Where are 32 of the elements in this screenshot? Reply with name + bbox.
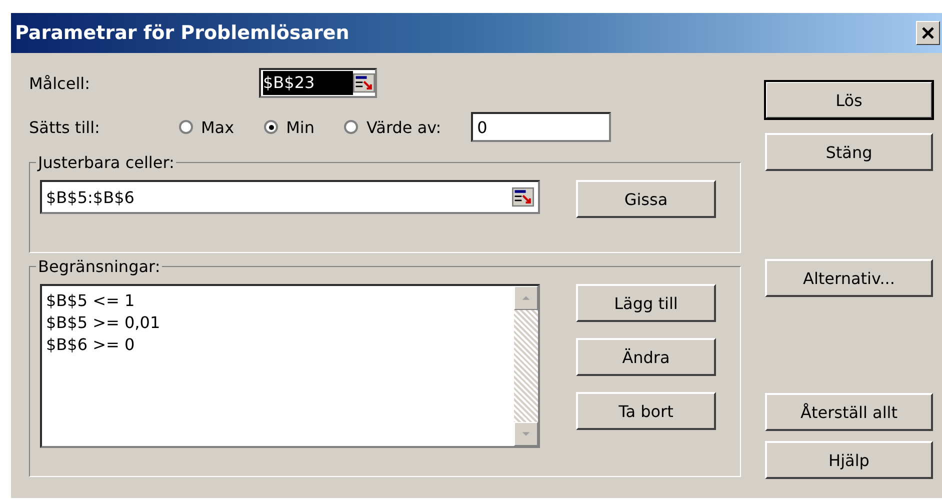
radio-option[interactable]: Värde av: <box>344 118 442 136</box>
constraint-button[interactable]: Lägg till <box>576 284 716 322</box>
dialog-button[interactable]: Återställ allt <box>765 393 933 431</box>
target-cell-value: $B$23 <box>263 71 353 95</box>
constraint-item[interactable]: $B$5 <= 1 <box>46 290 510 312</box>
range-select-icon[interactable] <box>353 73 375 93</box>
group-label: Justerbara celler: <box>36 153 176 172</box>
close-button[interactable] <box>916 21 940 45</box>
value-field[interactable]: 0 <box>471 112 612 142</box>
adjustable-cells-field[interactable]: $B$5:$B$6 <box>40 180 540 214</box>
radio-option[interactable]: Max <box>179 118 234 136</box>
scroll-down-icon[interactable] <box>514 422 538 446</box>
constraint-item[interactable]: $B$6 >= 0 <box>46 334 510 356</box>
constraint-button[interactable]: Ändra <box>576 338 716 376</box>
close-icon <box>922 27 934 39</box>
dialog-button[interactable]: Hjälp <box>765 441 933 479</box>
guess-button[interactable]: Gissa <box>576 180 716 218</box>
dialog-button[interactable]: Lös <box>765 81 933 119</box>
scroll-up-icon[interactable] <box>514 286 538 310</box>
radio-option[interactable]: Min <box>264 118 314 136</box>
dialog-button[interactable]: Alternativ... <box>765 259 933 297</box>
constraint-button[interactable]: Ta bort <box>576 392 716 430</box>
window-title: Parametrar för Problemlösaren <box>15 22 350 44</box>
range-select-icon[interactable] <box>512 187 534 207</box>
constraint-item[interactable]: $B$5 >= 0,01 <box>46 312 510 334</box>
scrollbar[interactable] <box>514 286 538 446</box>
dialog-button[interactable]: Stäng <box>765 133 933 171</box>
group-label: Begränsningar: <box>37 257 162 276</box>
set-to-label: Sätts till: <box>29 118 101 136</box>
constraints-list[interactable]: $B$5 <= 1 $B$5 >= 0,01 $B$6 >= 0 <box>40 284 540 448</box>
target-cell-label: Målcell: <box>29 74 91 92</box>
target-cell-field[interactable]: $B$23 <box>259 68 377 98</box>
